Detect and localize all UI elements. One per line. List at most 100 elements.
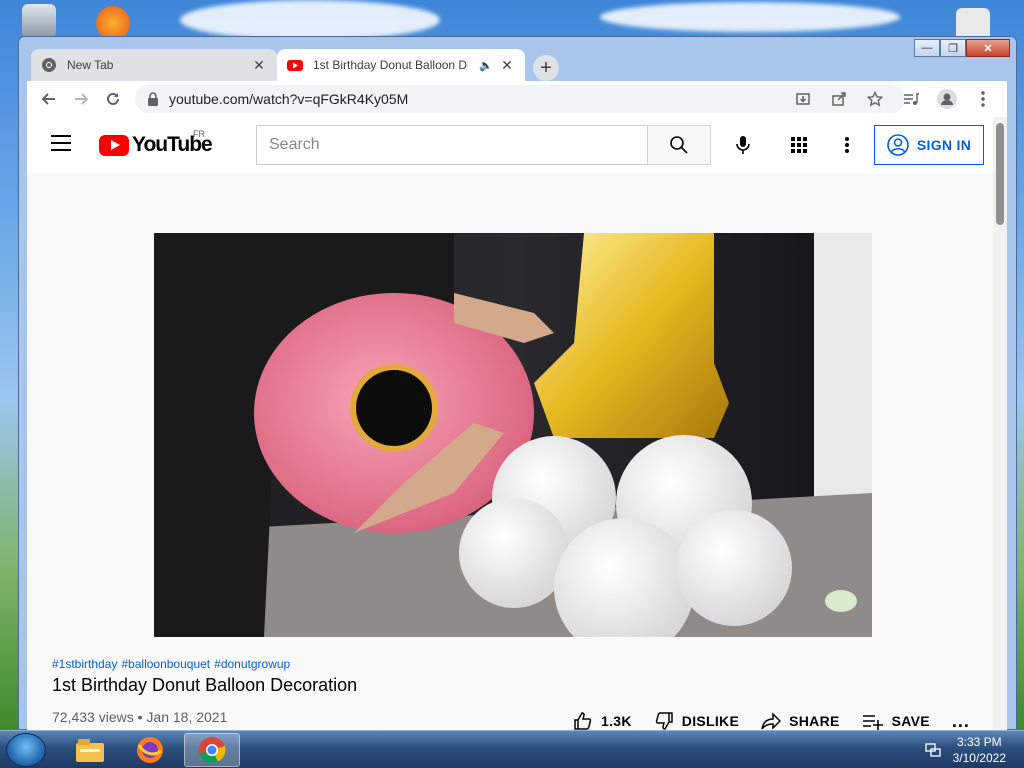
star-icon [867,91,883,107]
sign-in-button[interactable]: SIGN IN [874,125,984,165]
hamburger-menu-icon[interactable] [51,135,71,151]
video-frame [154,233,872,637]
save-label: SAVE [891,713,930,729]
bookmark-button[interactable] [859,83,891,115]
add-to-playlist-icon [862,715,883,730]
system-tray: 3:33 PM 3/10/2022 [924,734,1006,766]
youtube-icon [287,60,303,71]
video-meta: 72,433 views • Jan 18, 2021 [52,709,227,725]
video-player[interactable] [154,233,872,637]
browser-window: — ❐ ✕ New Tab ✕ 1st Birthday Donut Ballo… [18,36,1017,731]
youtube-play-icon [99,134,129,156]
tab-title: 1st Birthday Donut Balloon D [313,58,468,72]
kebab-menu-icon [981,91,985,107]
forward-button[interactable] [65,83,97,115]
apps-button[interactable] [779,125,819,165]
more-actions-button[interactable]: ... [952,711,970,732]
tab-title: New Tab [67,58,114,72]
search-input[interactable]: Search [256,125,647,165]
recycle-bin-icon[interactable] [22,4,56,38]
account-icon [887,134,909,156]
settings-menu-button[interactable] [827,125,867,165]
page-scrollbar[interactable] [993,117,1007,731]
channel-watermark [825,590,857,612]
sign-in-label: SIGN IN [916,137,972,153]
profile-button[interactable] [931,83,963,115]
install-button[interactable] [787,83,819,115]
back-button[interactable] [33,83,65,115]
taskbar-firefox[interactable] [122,733,178,767]
share-arrow-icon [761,712,782,730]
like-count: 1.3K [601,713,632,729]
save-button[interactable]: SAVE [862,711,930,731]
cloud [600,2,900,32]
url-text: youtube.com/watch?v=qFGkR4Ky05M [169,91,409,107]
media-control-button[interactable] [895,83,927,115]
thumbs-up-icon [574,712,592,730]
hashtag-link[interactable]: #1stbirthday [52,657,117,671]
apps-grid-icon [791,137,807,153]
tab-strip: New Tab ✕ 1st Birthday Donut Balloon D 🔈… [27,45,1007,81]
clock-date: 3/10/2022 [952,751,1006,765]
new-tab-button[interactable]: + [533,55,559,81]
profile-icon [937,89,957,109]
lock-icon [148,92,158,106]
clock-time: 3:33 PM [956,735,1002,749]
arrow-left-icon [41,93,55,105]
start-button[interactable] [6,733,46,767]
tab-close-icon[interactable]: ✕ [251,57,267,74]
search-placeholder: Search [269,136,320,153]
tab-youtube-video[interactable]: 1st Birthday Donut Balloon D 🔈 ✕ [277,49,525,81]
tab-new-tab[interactable]: New Tab ✕ [31,49,277,81]
white-balloon [676,510,792,626]
microphone-icon [736,136,750,154]
thumbs-down-icon [655,712,673,730]
speaker-icon[interactable]: 🔈 [479,59,495,72]
video-title: 1st Birthday Donut Balloon Decoration [52,675,358,695]
browser-toolbar: youtube.com/watch?v=qFGkR4Ky05M [27,81,1007,117]
dislike-button[interactable]: DISLIKE [654,711,739,731]
reload-button[interactable] [97,83,129,115]
playlist-icon [904,93,919,105]
explorer-icon [76,739,104,762]
share-button[interactable]: SHARE [761,711,840,731]
chrome-icon [199,737,226,764]
voice-search-button[interactable] [723,125,763,165]
page-viewport: YouTube FR Search SIGN IN #1stbirthday #… [27,117,1007,731]
video-actions: 1.3K DISLIKE SHARE SAVE ... [573,707,970,731]
taskbar-explorer[interactable] [62,733,118,767]
donut-hole [356,370,432,446]
share-icon [832,92,846,106]
country-code: FR [193,129,205,139]
scrollbar-thumb[interactable] [996,123,1004,225]
search-icon [670,136,688,154]
firefox-icon [137,737,163,763]
youtube-header: YouTube FR Search SIGN IN [27,117,993,173]
like-button[interactable]: 1.3K [573,711,632,731]
kebab-menu-icon [845,137,849,153]
share-label: SHARE [789,713,840,729]
toolbar-actions [787,83,999,115]
video-hashtags: #1stbirthday #balloonbouquet #donutgrowup [52,657,294,671]
chrome-icon [42,58,56,72]
firefox-desktop-icon[interactable] [96,6,130,40]
search-button[interactable] [647,125,711,165]
cloud [180,0,440,40]
install-icon [796,93,810,105]
network-icon[interactable] [924,742,941,758]
share-page-button[interactable] [823,83,855,115]
arrow-right-icon [75,93,89,105]
view-count: 72,433 views [52,709,134,725]
chrome-menu-button[interactable] [967,83,999,115]
taskbar: 3:33 PM 3/10/2022 [0,730,1024,768]
clock[interactable]: 3:33 PM 3/10/2022 [953,734,1006,766]
hashtag-link[interactable]: #balloonbouquet [121,657,210,671]
hashtag-link[interactable]: #donutgrowup [214,657,290,671]
white-balloon [459,498,569,608]
reload-icon [107,92,119,105]
taskbar-chrome[interactable] [184,733,240,767]
meta-separator: • [137,709,143,725]
dislike-label: DISLIKE [681,713,740,729]
upload-date: Jan 18, 2021 [146,709,228,725]
tab-close-icon[interactable]: ✕ [499,57,515,74]
